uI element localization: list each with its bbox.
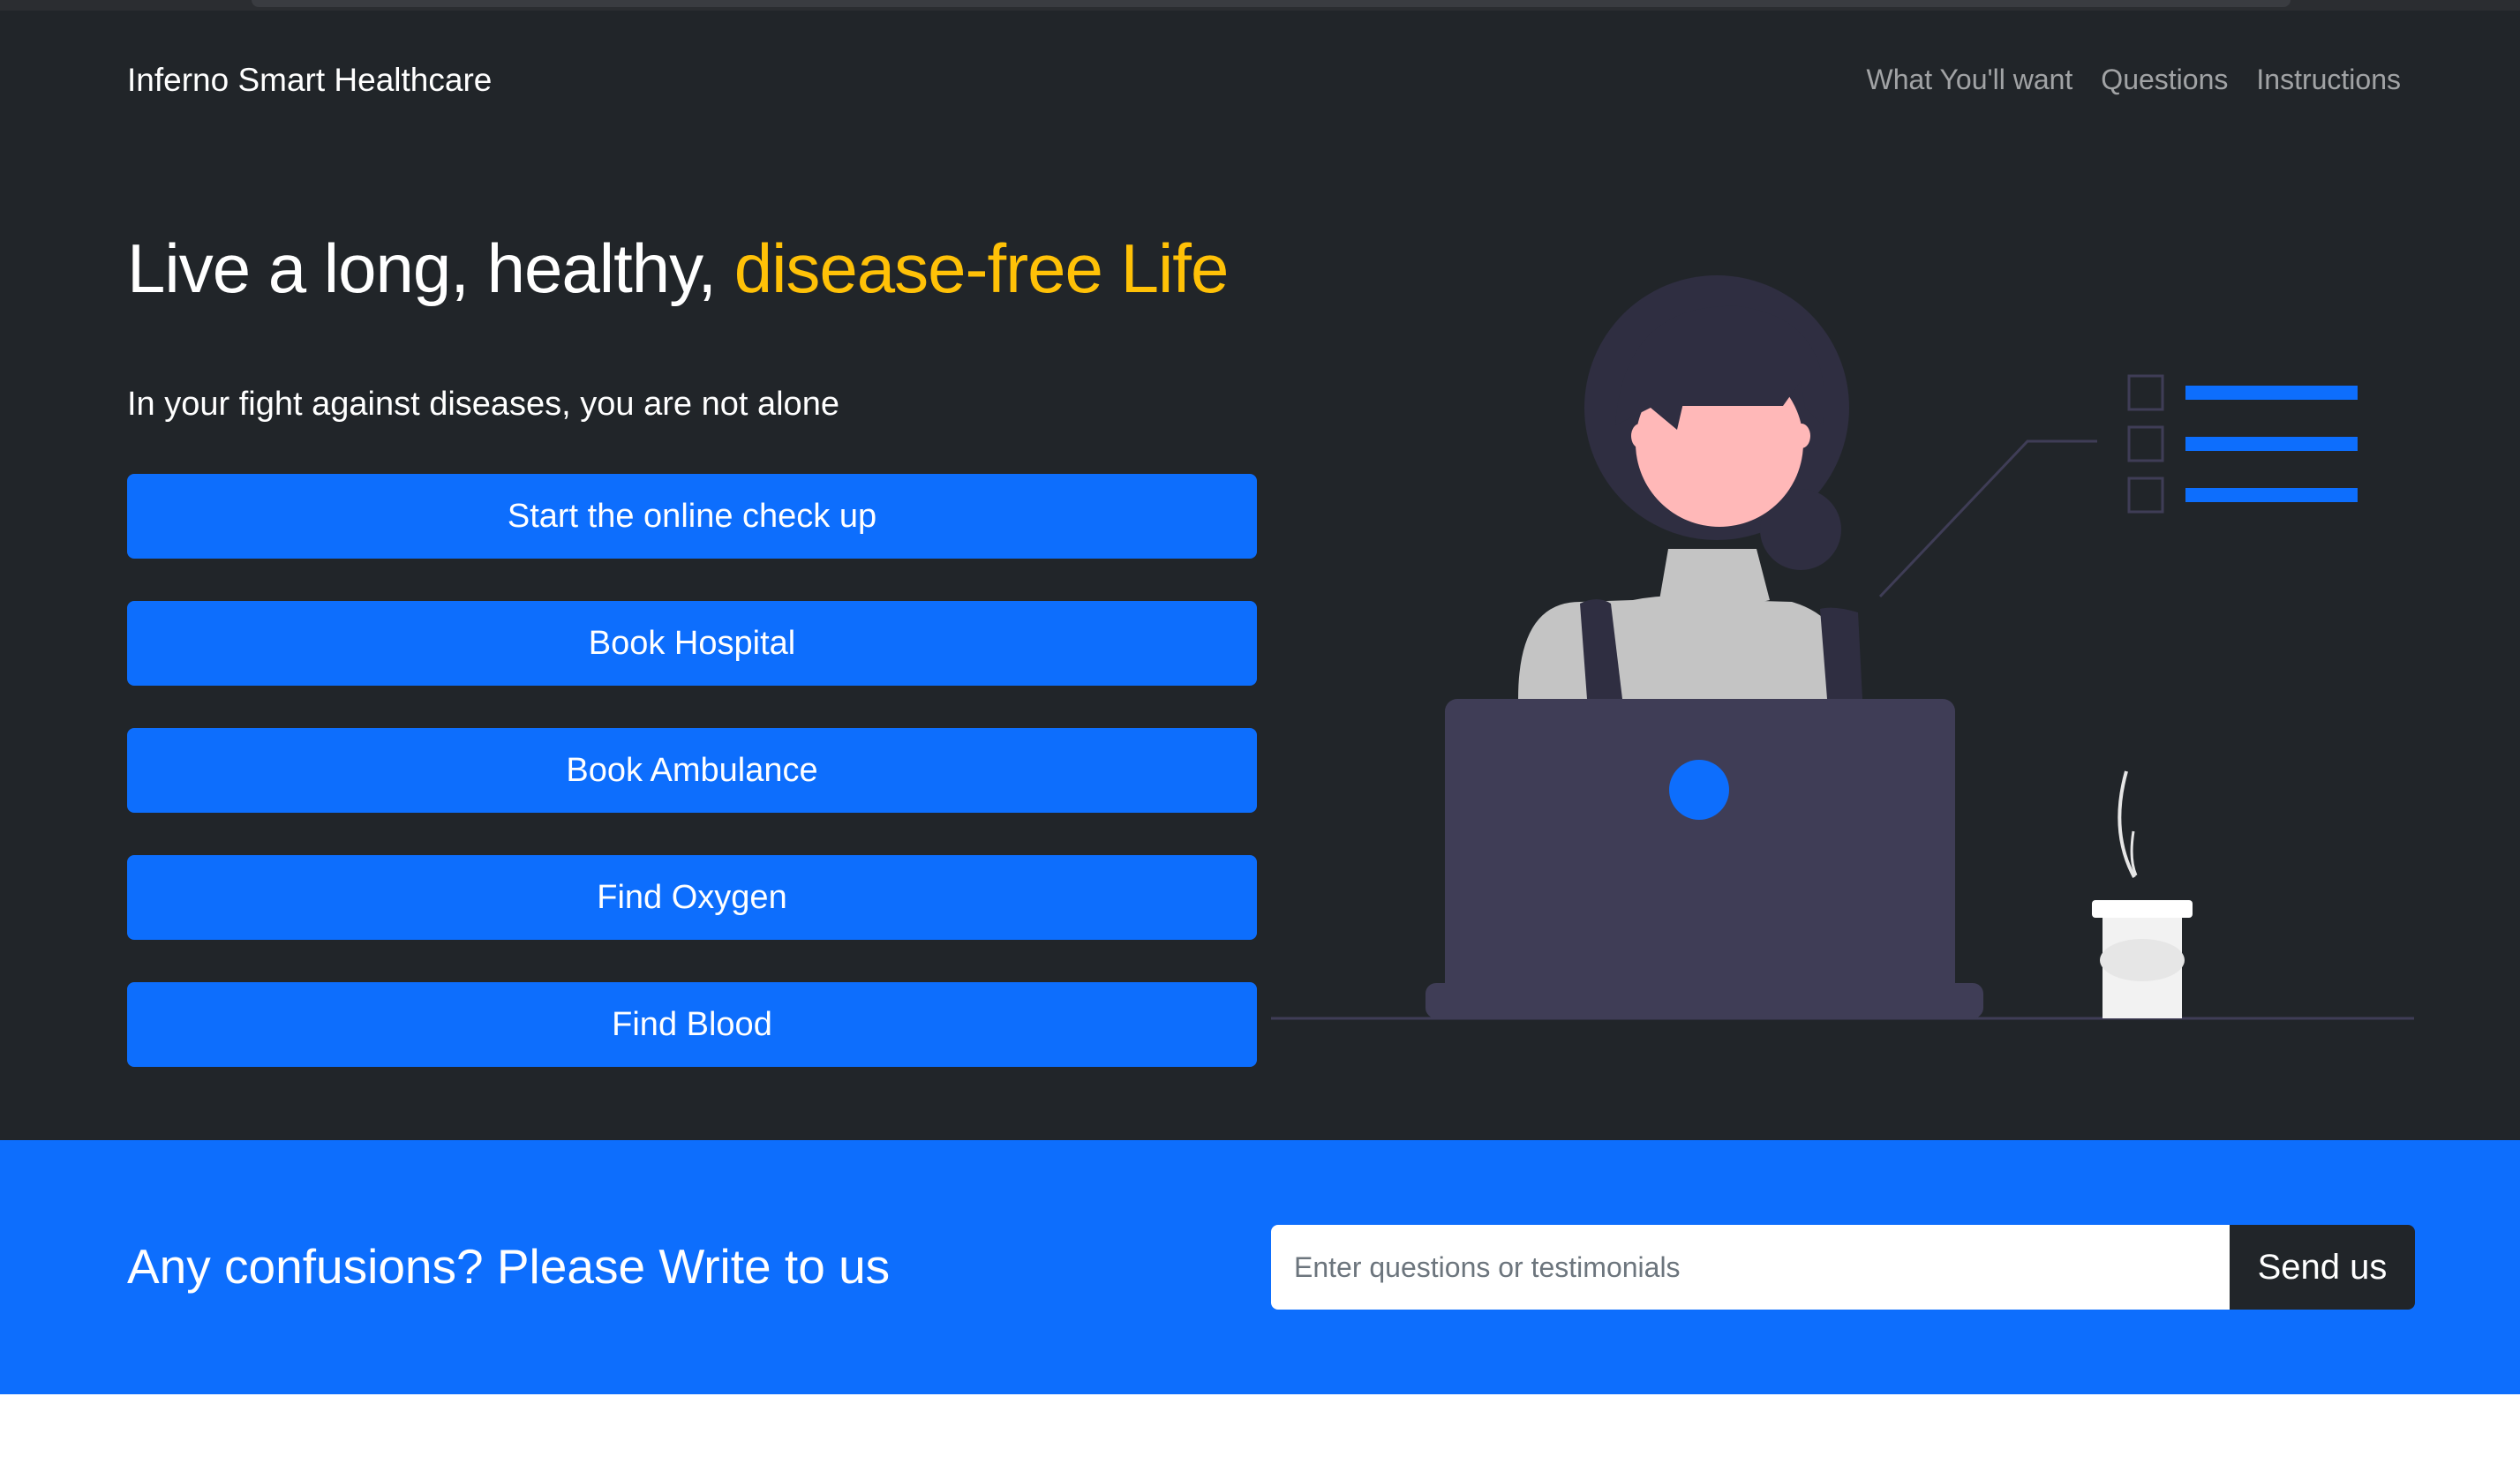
contact-title: Any confusions? Please Write to us (127, 1239, 891, 1294)
question-input[interactable] (1271, 1225, 2230, 1310)
headline-main: Live a long, healthy, (127, 229, 734, 307)
nav-item-what-youll-want[interactable]: What You'll want (1866, 65, 2072, 94)
find-blood-button[interactable]: Find Blood (127, 982, 1257, 1067)
illustration-connector-line (1878, 439, 2097, 598)
brand-logo-link[interactable]: Inferno Smart Healthcare (127, 64, 492, 96)
hero-section: Inferno Smart Healthcare What You'll wan… (0, 11, 2520, 1140)
coffee-cup-icon (2092, 770, 2193, 1018)
find-oxygen-button[interactable]: Find Oxygen (127, 855, 1257, 940)
top-nav: What You'll want Questions Instructions (1866, 65, 2401, 94)
hero-headline: Live a long, healthy, disease-free Life (127, 229, 1230, 307)
send-us-button[interactable]: Send us (2230, 1225, 2415, 1310)
page-below-fold (0, 1394, 2520, 1464)
address-bar-edge (252, 0, 2291, 7)
checklist-icon (2127, 374, 2358, 514)
nav-item-instructions[interactable]: Instructions (2256, 65, 2401, 94)
book-ambulance-button[interactable]: Book Ambulance (127, 728, 1257, 813)
nav-item-questions[interactable]: Questions (2101, 65, 2228, 94)
person-figure (1518, 275, 1862, 699)
browser-top-strip (0, 0, 2520, 11)
hero-subtitle: In your fight against diseases, you are … (127, 386, 839, 423)
headline-accent: disease-free Life (733, 229, 1230, 307)
contact-section: Any confusions? Please Write to us Send … (0, 1140, 2520, 1394)
laptop-icon (1425, 699, 1983, 1018)
start-checkup-button[interactable]: Start the online check up (127, 474, 1257, 559)
hero-action-buttons: Start the online check up Book Hospital … (127, 474, 1257, 1109)
book-hospital-button[interactable]: Book Hospital (127, 601, 1257, 686)
hero-illustration (1271, 275, 2414, 1020)
laptop-logo (1669, 760, 1729, 820)
contact-form: Send us (1271, 1225, 2415, 1310)
